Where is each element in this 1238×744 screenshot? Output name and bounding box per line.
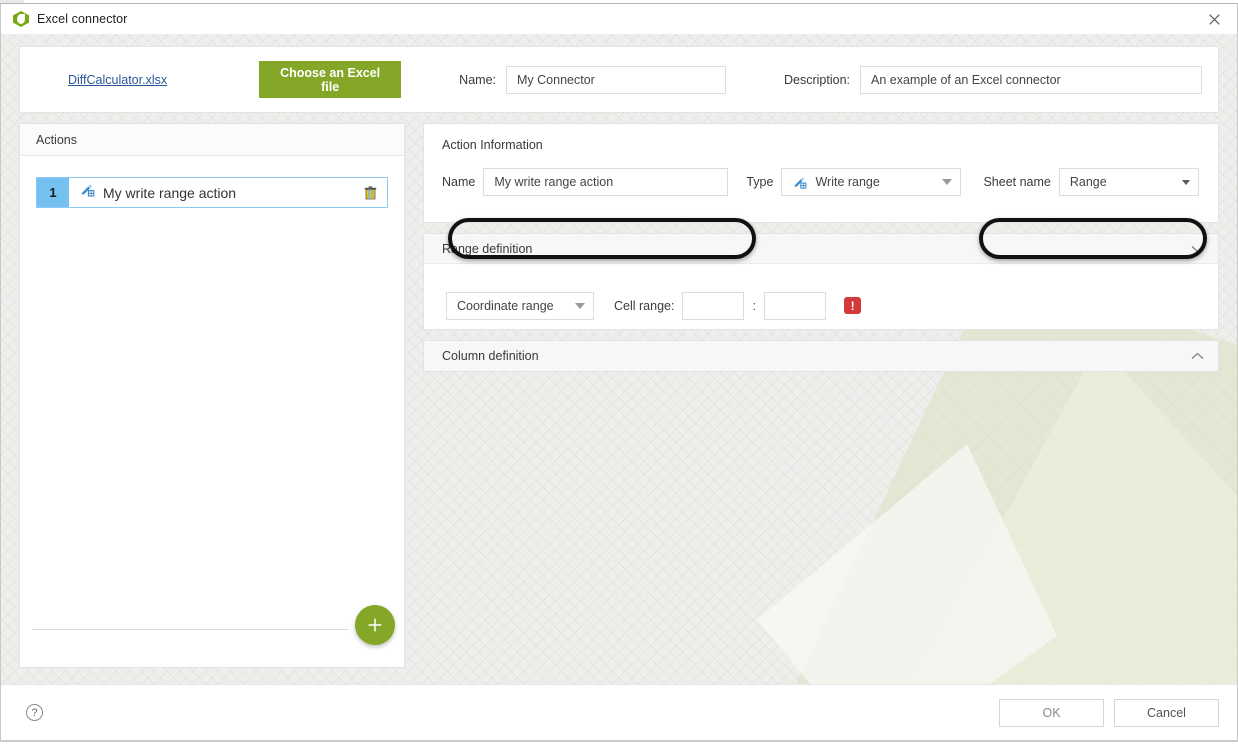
chevron-down-icon — [1182, 180, 1190, 185]
actions-panel-footer — [20, 611, 404, 667]
dialog-footer: ? OK Cancel — [1, 684, 1237, 740]
sheet-name-value: Range — [1070, 175, 1176, 189]
title-bar: Excel connector — [1, 4, 1237, 34]
action-list-item[interactable]: 1 My write ra — [36, 177, 388, 208]
column-definition-card: Column definition — [423, 340, 1219, 372]
action-index-badge: 1 — [37, 178, 69, 207]
chevron-down-icon — [942, 179, 952, 185]
action-information-title: Action Information — [424, 124, 1218, 152]
dialog-body: DiffCalculator.xlsx Choose an Excel file… — [1, 34, 1237, 684]
action-information-card: Action Information Name Type — [423, 123, 1219, 223]
action-item-content: My write range action — [69, 178, 353, 207]
action-type-select[interactable]: Write range — [781, 168, 961, 196]
chevron-up-icon — [1191, 347, 1204, 365]
cell-range-from-input[interactable] — [682, 292, 744, 320]
range-definition-header[interactable]: Range definition — [424, 234, 1218, 264]
footer-button-group: OK Cancel — [999, 699, 1219, 727]
range-mode-select[interactable]: Coordinate range — [446, 292, 594, 320]
add-action-button[interactable] — [355, 605, 395, 645]
range-definition-title: Range definition — [442, 242, 532, 256]
action-item-label: My write range action — [103, 185, 236, 201]
range-definition-body: Coordinate range Cell range: : ! — [424, 264, 1218, 329]
ok-button[interactable]: OK — [999, 699, 1104, 727]
excel-connector-hexagon-icon — [13, 11, 29, 27]
sheet-name-label: Sheet name — [983, 175, 1050, 189]
main-layout: Actions 1 — [19, 123, 1219, 668]
divider — [32, 629, 348, 630]
action-name-input[interactable] — [483, 168, 728, 196]
window-title: Excel connector — [37, 12, 127, 26]
connector-header-card: DiffCalculator.xlsx Choose an Excel file… — [19, 46, 1219, 113]
action-type-label: Type — [746, 175, 773, 189]
actions-panel-header: Actions — [20, 124, 404, 156]
range-definition-card: Range definition Coordinate range Cell r… — [423, 233, 1219, 330]
action-name-label: Name — [442, 175, 475, 189]
trash-icon[interactable] — [353, 178, 387, 207]
connector-description-label: Description: — [784, 73, 850, 87]
write-range-icon — [792, 175, 807, 190]
action-type-value: Write range — [815, 175, 936, 189]
cancel-button[interactable]: Cancel — [1114, 699, 1219, 727]
close-icon[interactable] — [1191, 4, 1237, 34]
connector-name-field-row: Name: — [459, 66, 726, 94]
column-definition-title: Column definition — [442, 349, 539, 363]
action-information-row: Name Type — [424, 152, 1218, 196]
write-range-icon — [79, 182, 95, 203]
help-question-icon[interactable]: ? — [26, 704, 43, 721]
actions-list: 1 My write ra — [20, 156, 404, 611]
connector-description-field-row: Description: — [784, 66, 1202, 94]
plus-icon — [366, 616, 384, 634]
error-exclamation-icon[interactable]: ! — [844, 297, 861, 314]
cell-range-label: Cell range: — [614, 299, 674, 313]
actions-panel: Actions 1 — [19, 123, 405, 668]
choose-excel-file-button[interactable]: Choose an Excel file — [259, 61, 401, 98]
connector-name-input[interactable] — [506, 66, 726, 94]
excel-connector-dialog: Excel connector DiffCalculator.xlsx Choo… — [0, 4, 1238, 741]
excel-file-link[interactable]: DiffCalculator.xlsx — [68, 73, 167, 87]
connector-description-input[interactable] — [860, 66, 1202, 94]
range-mode-value: Coordinate range — [457, 299, 569, 313]
actions-panel-title: Actions — [36, 133, 77, 147]
connector-name-label: Name: — [459, 73, 496, 87]
action-detail-column: Action Information Name Type — [423, 123, 1219, 668]
column-definition-header[interactable]: Column definition — [424, 341, 1218, 371]
cell-range-to-input[interactable] — [764, 292, 826, 320]
chevron-down-icon — [575, 303, 585, 309]
chevron-down-icon — [1191, 240, 1204, 258]
cell-range-separator: : — [752, 298, 756, 313]
sheet-name-select[interactable]: Range — [1059, 168, 1199, 196]
